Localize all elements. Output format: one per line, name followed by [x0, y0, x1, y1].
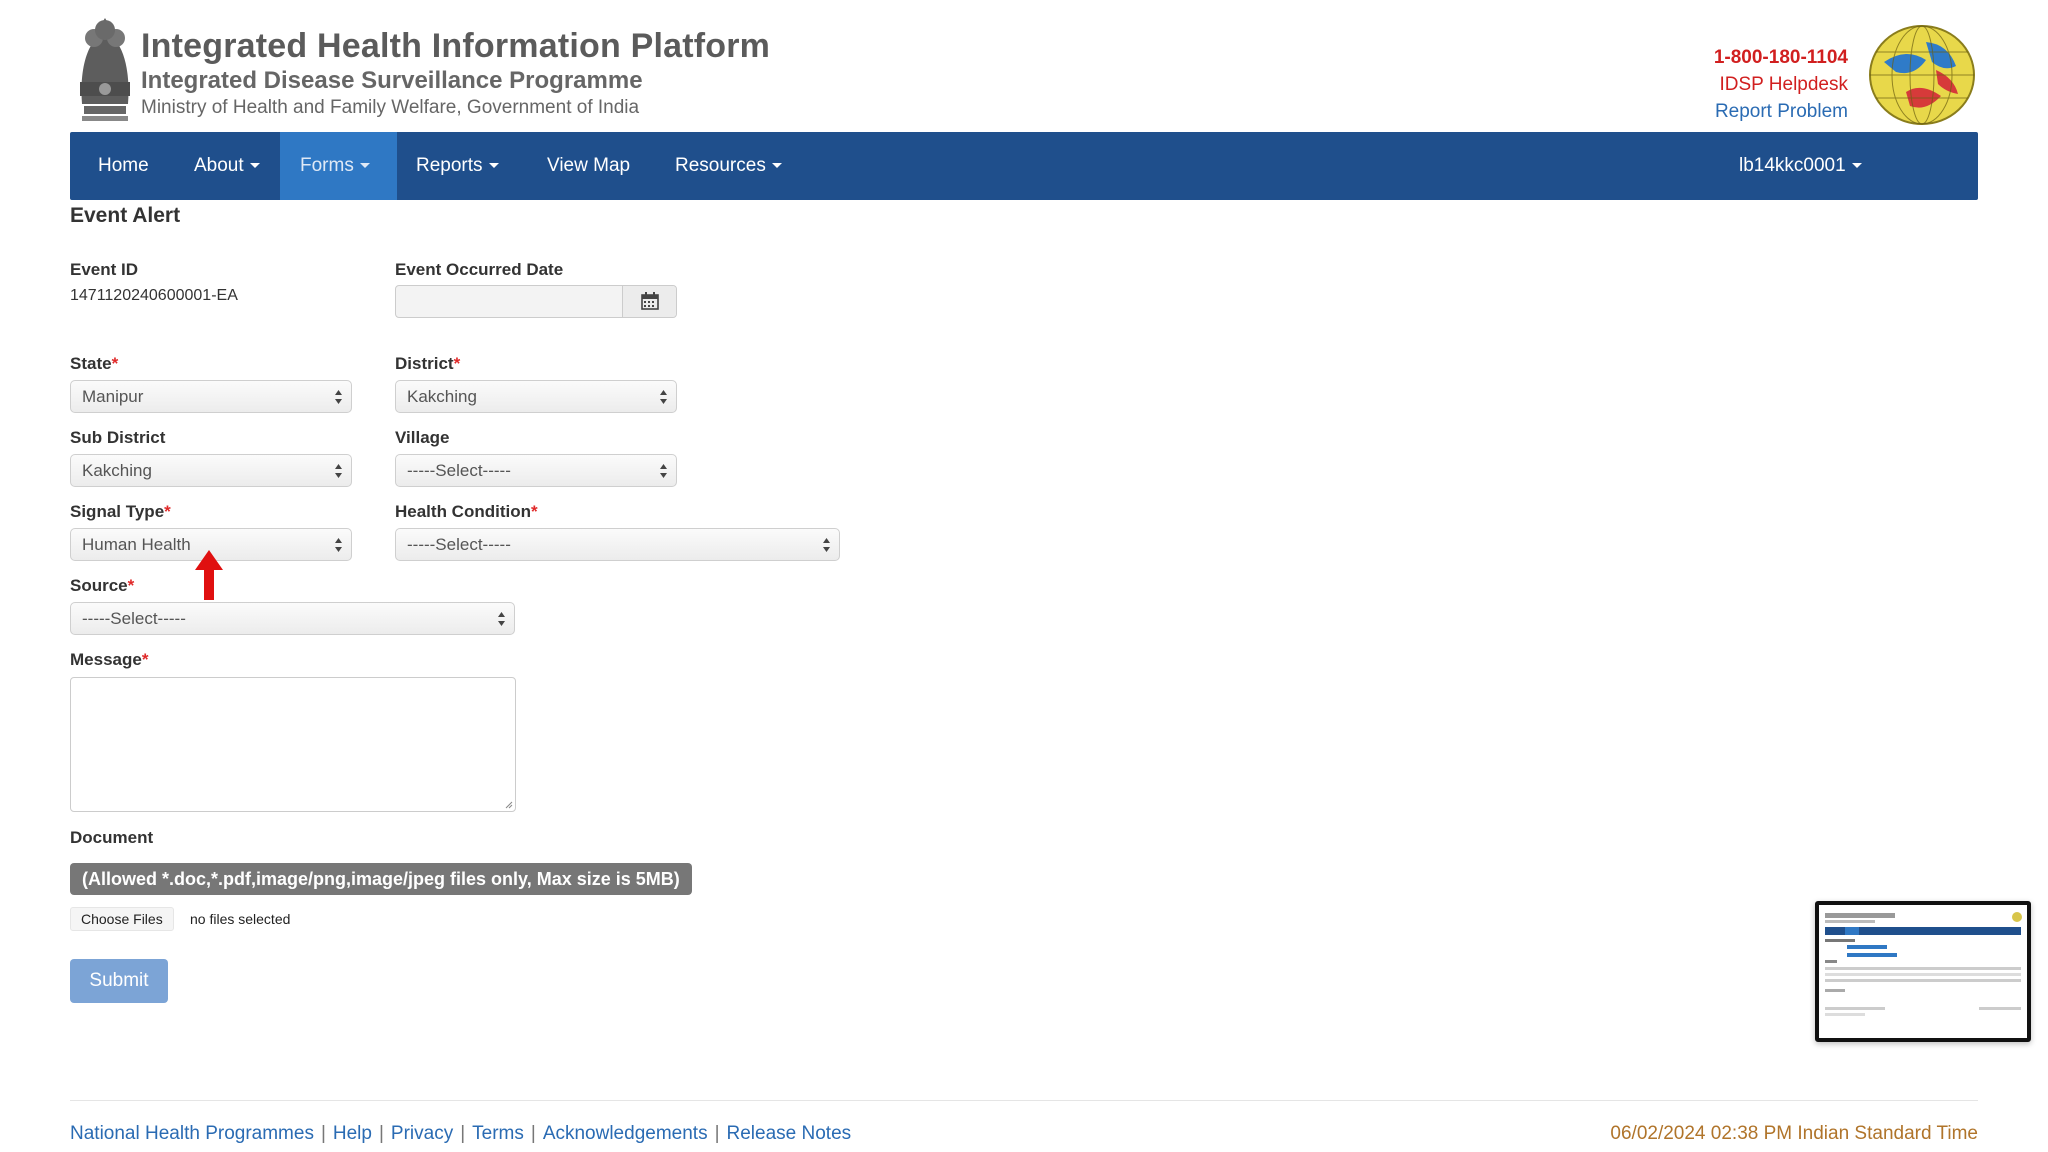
site-header: Integrated Health Information Platform I… — [70, 8, 1978, 130]
message-textarea[interactable] — [70, 677, 516, 812]
select-arrows-icon — [335, 464, 342, 478]
page-title: Event Alert — [70, 204, 181, 227]
helpdesk-label: IDSP Helpdesk — [1719, 74, 1849, 95]
resize-grip-icon[interactable] — [503, 799, 513, 809]
subdistrict-select[interactable]: Kakching — [70, 454, 352, 487]
event-id-value: 1471120240600001-EA — [70, 287, 238, 304]
nav-about[interactable]: About — [174, 132, 280, 200]
event-id-label: Event ID — [70, 260, 139, 279]
ministry-name: Ministry of Health and Family Welfare, G… — [141, 97, 640, 118]
source-select[interactable]: -----Select----- — [70, 602, 515, 635]
chevron-down-icon — [771, 163, 782, 169]
event-date-field[interactable] — [395, 285, 677, 318]
footer-timestamp: 06/02/2024 02:38 PM Indian Standard Time — [1610, 1123, 1978, 1144]
select-arrows-icon — [660, 464, 667, 478]
chevron-down-icon — [359, 163, 370, 169]
idsp-globe-logo-icon — [1869, 25, 1975, 125]
health-condition-label: Health Condition* — [395, 502, 538, 521]
select-arrows-icon — [660, 390, 667, 404]
calendar-button[interactable] — [622, 286, 676, 317]
thumbnail-preview-image — [1819, 905, 2027, 1038]
national-emblem-icon — [80, 18, 130, 121]
programme-name: Integrated Disease Surveillance Programm… — [141, 67, 643, 94]
chevron-down-icon — [488, 163, 499, 169]
allowed-files-note: (Allowed *.doc,*.pdf,image/png,image/jpe… — [70, 863, 692, 895]
choose-files-button[interactable]: Choose Files — [70, 907, 174, 931]
screenshot-thumbnail[interactable] — [1815, 901, 2031, 1042]
chevron-down-icon — [249, 163, 260, 169]
nav-resources[interactable]: Resources — [655, 132, 802, 200]
state-label: State* — [70, 354, 119, 373]
nav-view-map[interactable]: View Map — [527, 132, 650, 200]
submit-button[interactable]: Submit — [70, 959, 168, 1003]
report-problem-link[interactable]: Report Problem — [1714, 98, 1848, 125]
chevron-down-icon — [1851, 163, 1862, 169]
footer-link-terms[interactable]: Terms — [472, 1123, 524, 1144]
nav-reports[interactable]: Reports — [396, 132, 519, 200]
event-date-label: Event Occurred Date — [395, 260, 564, 279]
select-arrows-icon — [335, 538, 342, 552]
village-label: Village — [395, 428, 450, 447]
subdistrict-label: Sub District — [70, 428, 166, 447]
footer-link-help[interactable]: Help — [333, 1123, 372, 1144]
footer-link-national-health-programmes[interactable]: National Health Programmes — [70, 1123, 314, 1144]
app-title: Integrated Health Information Platform — [141, 27, 771, 65]
health-condition-select[interactable]: -----Select----- — [395, 528, 840, 561]
source-label: Source* — [70, 576, 135, 595]
footer-links: National Health Programmes | Help | Privacy |… — [70, 1123, 852, 1144]
district-label: District* — [395, 354, 461, 373]
footer-link-release-notes[interactable]: Release Notes — [727, 1123, 852, 1144]
footer-link-acknowledgements[interactable]: Acknowledgements — [543, 1123, 708, 1144]
calendar-icon — [641, 292, 659, 310]
select-arrows-icon — [823, 538, 830, 552]
signal-type-label: Signal Type* — [70, 502, 171, 521]
document-label: Document — [70, 828, 154, 847]
select-arrows-icon — [498, 612, 505, 626]
footer-link-privacy[interactable]: Privacy — [391, 1123, 453, 1144]
red-pointer-arrow-icon — [195, 550, 223, 600]
nav-forms[interactable]: Forms — [280, 132, 397, 200]
select-arrows-icon — [335, 390, 342, 404]
village-select[interactable]: -----Select----- — [395, 454, 677, 487]
district-select[interactable]: Kakching — [395, 380, 677, 413]
nav-home[interactable]: Home — [78, 132, 169, 200]
helpline-number: 1-800-180-1104 — [1713, 47, 1848, 68]
footer-divider — [70, 1100, 1978, 1101]
user-menu[interactable]: lb14kkc0001 — [1719, 132, 1882, 200]
main-navbar: Home About Forms Reports View Map Resour… — [70, 132, 1978, 200]
message-label: Message* — [70, 650, 149, 669]
state-select[interactable]: Manipur — [70, 380, 352, 413]
no-files-selected-text: no files selected — [190, 911, 291, 927]
